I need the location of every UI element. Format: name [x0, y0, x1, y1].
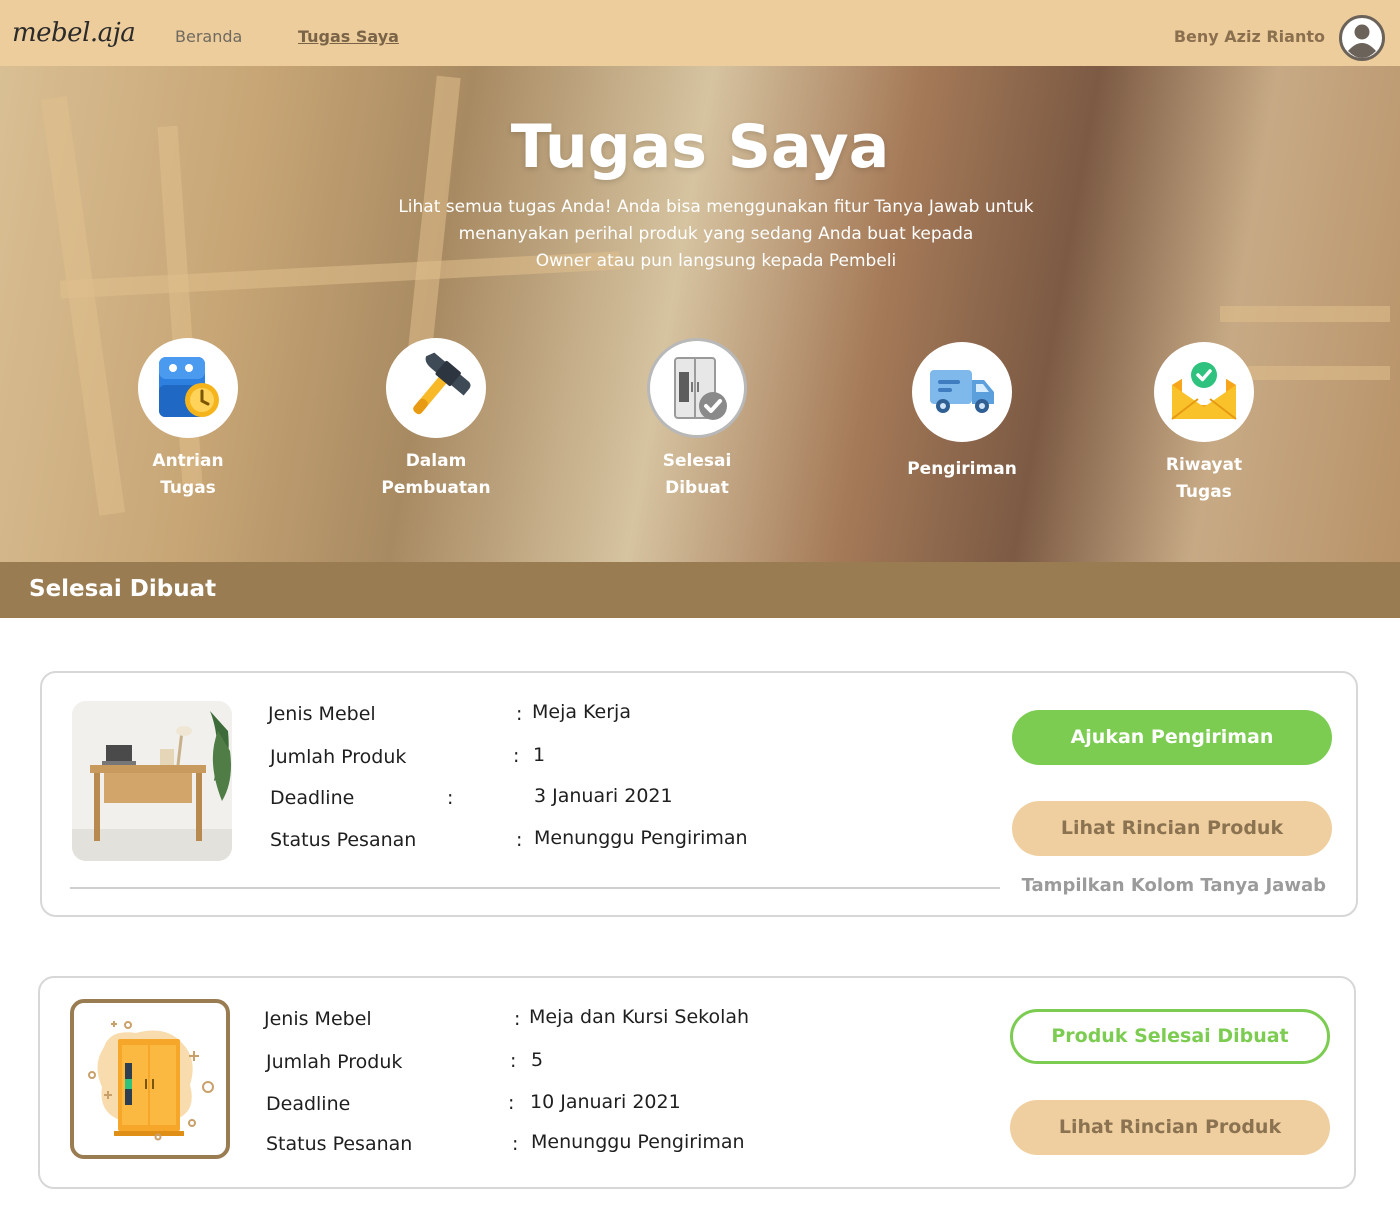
- hero-banner: Tugas Saya Lihat semua tugas Anda! Anda …: [0, 66, 1400, 562]
- value-deadline: 10 Januari 2021: [530, 1091, 681, 1113]
- label-jumlah-produk: Jumlah Produk: [266, 1051, 403, 1073]
- category-label-line: Dibuat: [665, 478, 729, 498]
- hero-subtitle: Lihat semua tugas Anda! Anda bisa menggu…: [360, 194, 1072, 275]
- divider: [70, 887, 1000, 889]
- colon: :: [516, 703, 523, 725]
- label-jenis-mebel: Jenis Mebel: [264, 1008, 372, 1030]
- category-selesai-dibuat[interactable]: Selesai Dibuat: [612, 338, 782, 502]
- section-title: Selesai Dibuat: [29, 576, 217, 602]
- truck-icon: [912, 342, 1012, 442]
- category-label-line: Riwayat: [1165, 455, 1243, 475]
- category-riwayat-tugas[interactable]: Riwayat Tugas: [1119, 342, 1289, 506]
- nav-link-tugas-saya[interactable]: Tugas Saya: [298, 27, 399, 46]
- category-label-line: Pembuatan: [381, 478, 491, 498]
- category-label: Selesai Dibuat: [612, 448, 782, 502]
- colon: :: [508, 1092, 515, 1114]
- lihat-rincian-produk-button[interactable]: Lihat Rincian Produk: [1012, 801, 1332, 856]
- wardrobe-check-icon: [647, 338, 747, 438]
- top-nav: mebel.aja Beranda Tugas Saya Beny Aziz R…: [0, 0, 1400, 66]
- category-label-line: Antrian: [152, 451, 224, 471]
- value-jenis-mebel: Meja Kerja: [532, 701, 631, 723]
- label-deadline: Deadline: [270, 787, 355, 809]
- category-label-line: Pengiriman: [907, 459, 1017, 479]
- task-card: Jenis Mebel : Meja Kerja Jumlah Produk :…: [40, 671, 1358, 917]
- produk-selesai-dibuat-button[interactable]: Produk Selesai Dibuat: [1010, 1009, 1330, 1064]
- value-status-pesanan: Menunggu Pengiriman: [531, 1131, 745, 1153]
- value-jumlah-produk: 1: [533, 744, 546, 766]
- calendar-clock-icon: [138, 338, 238, 438]
- category-label: Dalam Pembuatan: [351, 448, 521, 502]
- label-jumlah-produk: Jumlah Produk: [270, 746, 407, 768]
- colon: :: [513, 745, 520, 767]
- colon: :: [516, 829, 523, 851]
- hero-background-plank: [1220, 306, 1390, 322]
- value-deadline: 3 Januari 2021: [534, 785, 673, 807]
- value-jumlah-produk: 5: [531, 1049, 544, 1071]
- category-label: Antrian Tugas: [103, 448, 273, 502]
- hammer-icon: [386, 338, 486, 438]
- category-antrian-tugas[interactable]: Antrian Tugas: [103, 338, 273, 502]
- lihat-rincian-produk-button[interactable]: Lihat Rincian Produk: [1010, 1100, 1330, 1155]
- colon: :: [514, 1008, 521, 1030]
- hero-subtitle-line: Lihat semua tugas Anda! Anda bisa menggu…: [398, 197, 1034, 217]
- label-jenis-mebel: Jenis Mebel: [268, 703, 376, 725]
- category-pengiriman[interactable]: Pengiriman: [877, 342, 1047, 483]
- hero-subtitle-line: menanyakan perihal produk yang sedang An…: [458, 224, 974, 244]
- category-label: Riwayat Tugas: [1119, 452, 1289, 506]
- category-label-line: Selesai: [662, 451, 732, 471]
- value-jenis-mebel: Meja dan Kursi Sekolah: [529, 1006, 750, 1028]
- colon: :: [512, 1133, 519, 1155]
- hero-subtitle-line: Owner atau pun langsung kepada Pembeli: [535, 251, 897, 271]
- wardrobe-illustration-icon: [88, 1021, 214, 1141]
- nav-link-beranda[interactable]: Beranda: [175, 27, 242, 46]
- hero-title: Tugas Saya: [510, 112, 890, 182]
- product-thumbnail: [72, 701, 232, 861]
- category-dalam-pembuatan[interactable]: Dalam Pembuatan: [351, 338, 521, 502]
- avatar-icon[interactable]: [1338, 14, 1386, 62]
- label-deadline: Deadline: [266, 1093, 351, 1115]
- tampilkan-tanya-jawab-link[interactable]: Tampilkan Kolom Tanya Jawab: [1022, 875, 1326, 896]
- colon: :: [447, 787, 454, 809]
- category-label-line: Tugas: [160, 478, 216, 498]
- category-label-line: Dalam: [405, 451, 467, 471]
- user-name[interactable]: Beny Aziz Rianto: [1174, 27, 1325, 46]
- ajukan-pengiriman-button[interactable]: Ajukan Pengiriman: [1012, 710, 1332, 765]
- label-status-pesanan: Status Pesanan: [270, 829, 417, 851]
- section-header: Selesai Dibuat: [0, 562, 1400, 618]
- desk-photo-icon: [72, 701, 232, 861]
- colon: :: [510, 1050, 517, 1072]
- category-label: Pengiriman: [877, 456, 1047, 483]
- envelope-check-icon: [1154, 342, 1254, 442]
- logo[interactable]: mebel.aja: [12, 18, 136, 48]
- label-status-pesanan: Status Pesanan: [266, 1133, 413, 1155]
- value-status-pesanan: Menunggu Pengiriman: [534, 827, 748, 849]
- task-card: Jenis Mebel : Meja dan Kursi Sekolah Jum…: [38, 976, 1356, 1189]
- category-label-line: Tugas: [1176, 482, 1232, 502]
- product-thumbnail: [70, 999, 230, 1159]
